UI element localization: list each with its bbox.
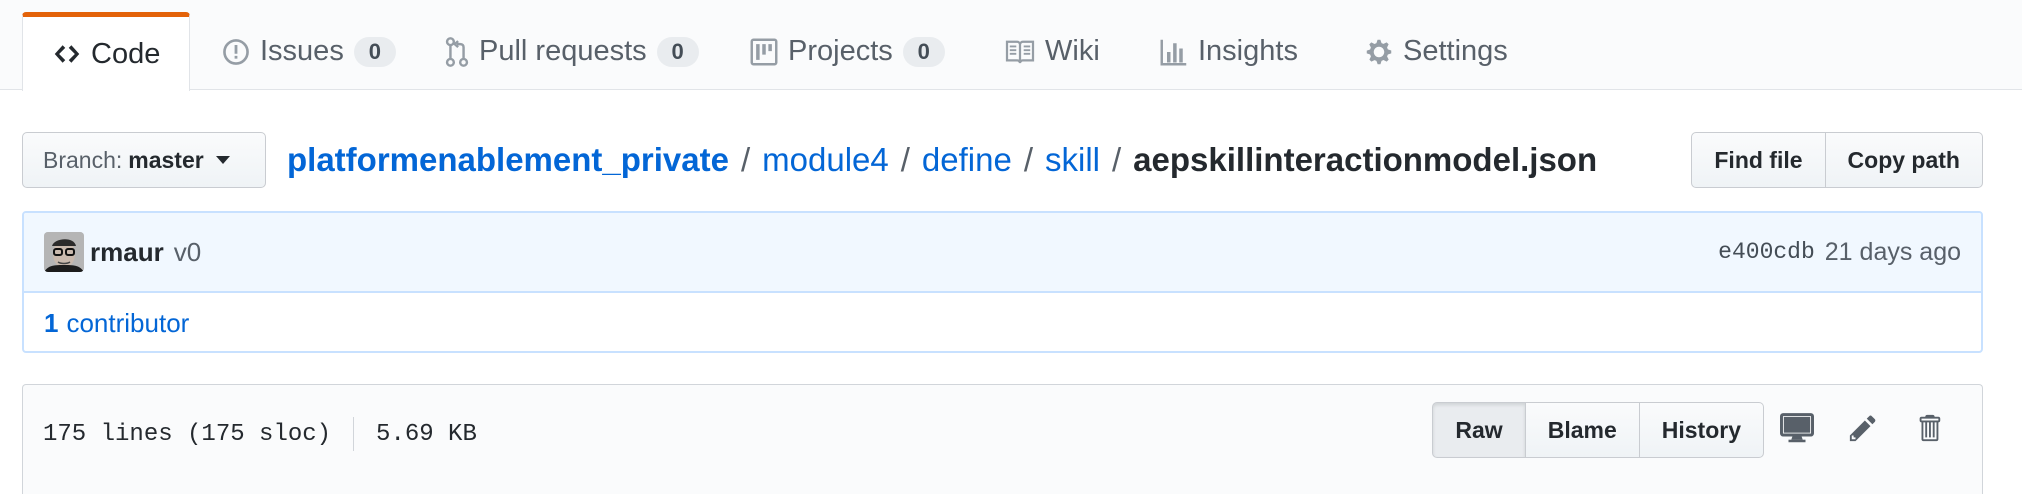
commit-time: 21 days ago <box>1824 237 1961 266</box>
latest-commit-row: rmaur v0 e400cdb 21 days ago <box>24 213 1981 293</box>
breadcrumb: platformenablement_private / module4 / d… <box>287 136 1597 184</box>
tab-wiki[interactable]: Wiki <box>975 12 1130 91</box>
contributor-label: contributor <box>66 307 190 338</box>
projects-counter: 0 <box>902 36 945 67</box>
history-button[interactable]: History <box>1639 402 1764 458</box>
commit-sha-link[interactable]: e400cdb <box>1718 239 1815 265</box>
open-desktop-button[interactable] <box>1764 402 1830 458</box>
file-info-divider <box>353 417 355 451</box>
issues-counter: 0 <box>353 36 396 67</box>
breadcrumb-separator: / <box>1112 141 1122 178</box>
breadcrumb-link-module4[interactable]: module4 <box>762 141 889 179</box>
commit-message[interactable]: v0 <box>174 237 201 268</box>
breadcrumb-link-define[interactable]: define <box>922 141 1012 179</box>
raw-button[interactable]: Raw <box>1432 402 1526 458</box>
branch-label: Branch: <box>43 146 123 173</box>
breadcrumb-final-file: aepskillinteractionmodel.json <box>1133 141 1598 178</box>
file-view-buttons: Raw Blame History <box>1432 402 1764 458</box>
tab-label: Issues <box>260 35 344 67</box>
blame-button[interactable]: Blame <box>1525 402 1640 458</box>
code-icon <box>53 40 81 68</box>
delete-file-button[interactable] <box>1896 402 1962 458</box>
contributor-count: 1 <box>44 307 59 338</box>
tab-label: Wiki <box>1045 35 1100 67</box>
breadcrumb-repo-link[interactable]: platformenablement_private <box>287 141 729 179</box>
device-desktop-icon <box>1779 412 1815 448</box>
tab-code[interactable]: Code <box>22 12 190 91</box>
tab-label: Pull requests <box>479 35 647 67</box>
avatar[interactable] <box>44 232 84 272</box>
pencil-icon <box>1848 413 1878 448</box>
issue-opened-icon <box>222 38 250 66</box>
file-navigation-buttons: Find file Copy path <box>1691 132 1983 188</box>
tab-label: Projects <box>788 35 893 67</box>
file-actions: Raw Blame History <box>1432 402 1962 458</box>
breadcrumb-link-skill[interactable]: skill <box>1045 141 1100 179</box>
edit-file-button[interactable] <box>1830 402 1896 458</box>
graph-icon <box>1160 38 1188 66</box>
branch-name: master <box>128 146 204 173</box>
copy-path-button[interactable]: Copy path <box>1825 132 1983 188</box>
tab-insights[interactable]: Insights <box>1130 12 1328 91</box>
commit-meta: e400cdb 21 days ago <box>1718 213 1961 291</box>
breadcrumb-separator: / <box>740 141 751 178</box>
caret-down-icon <box>215 156 230 164</box>
file-size: 5.69 KB <box>376 420 477 448</box>
tab-projects[interactable]: Projects 0 <box>720 12 975 91</box>
commit-tease: rmaur v0 e400cdb 21 days ago 1 contribut… <box>22 211 1983 353</box>
tab-label: Settings <box>1403 35 1508 67</box>
commit-author-link[interactable]: rmaur <box>90 237 164 268</box>
repo-nav: Code Issues 0 Pull requests 0 Projects 0… <box>0 0 2022 91</box>
find-file-button[interactable]: Find file <box>1691 132 1826 188</box>
contributors-link[interactable]: 1 contributor <box>24 293 1981 351</box>
breadcrumb-separator: / <box>900 141 910 178</box>
tab-label: Insights <box>1198 35 1298 67</box>
tab-pull-requests[interactable]: Pull requests 0 <box>415 12 729 91</box>
tab-issues[interactable]: Issues 0 <box>192 12 426 91</box>
branch-select-button[interactable]: Branch: master <box>22 132 266 188</box>
breadcrumb-separator: / <box>1023 141 1033 178</box>
tab-settings[interactable]: Settings <box>1335 12 1538 91</box>
git-pull-request-icon <box>445 36 469 67</box>
pull-requests-counter: 0 <box>656 36 699 67</box>
project-icon <box>750 38 778 66</box>
book-icon <box>1005 39 1035 65</box>
trashcan-icon <box>1916 413 1942 448</box>
file-info: 175 lines (175 sloc) 5.69 KB <box>43 409 477 459</box>
gear-icon <box>1365 38 1393 66</box>
file-line-count: 175 lines (175 sloc) <box>43 420 332 448</box>
tab-label: Code <box>91 37 161 70</box>
file-header: 175 lines (175 sloc) 5.69 KB Raw Blame H… <box>22 384 1983 494</box>
